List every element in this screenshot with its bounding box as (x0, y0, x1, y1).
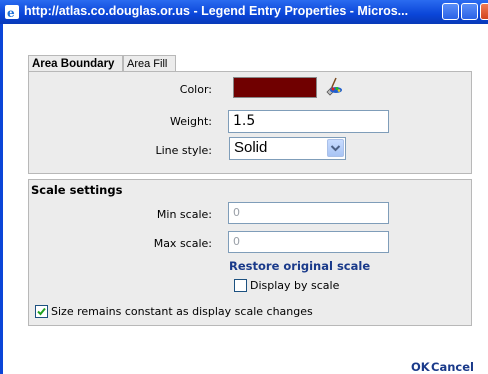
line-style-value: Solid (234, 139, 268, 156)
size-constant-checkbox[interactable] (35, 305, 48, 318)
window-title: http://atlas.co.douglas.or.us - Legend E… (24, 4, 409, 18)
cancel-button[interactable]: Cancel (431, 360, 474, 374)
maximize-button[interactable] (461, 3, 478, 20)
window-frame-left (0, 24, 3, 374)
line-style-dropdown-button[interactable] (327, 139, 344, 157)
min-scale-label: Min scale: (156, 208, 212, 221)
max-scale-input[interactable]: 0 (228, 231, 389, 253)
checkmark-icon (37, 307, 46, 316)
tab-area-fill[interactable]: Area Fill (123, 55, 176, 72)
display-by-scale-label: Display by scale (250, 279, 340, 292)
color-picker-icon[interactable] (324, 76, 344, 96)
display-by-scale-checkbox[interactable] (234, 279, 247, 292)
line-style-select[interactable]: Solid (229, 137, 346, 160)
title-bar[interactable]: e http://atlas.co.douglas.or.us - Legend… (0, 0, 488, 24)
ie-icon: e (4, 4, 20, 20)
line-style-label: Line style: (155, 144, 212, 157)
weight-input[interactable]: 1.5 (228, 110, 389, 133)
size-constant-label: Size remains constant as display scale c… (51, 305, 313, 318)
min-scale-input[interactable]: 0 (228, 202, 389, 224)
ok-button[interactable]: OK (411, 360, 430, 374)
restore-original-scale-link[interactable]: Restore original scale (229, 259, 370, 273)
max-scale-label: Max scale: (153, 237, 212, 250)
minimize-button[interactable] (442, 3, 459, 20)
svg-text:e: e (7, 6, 15, 20)
color-swatch[interactable] (233, 77, 317, 98)
weight-label: Weight: (169, 115, 212, 128)
close-button[interactable] (480, 3, 488, 20)
color-label: Color: (179, 83, 212, 96)
tab-area-boundary[interactable]: Area Boundary (28, 55, 123, 72)
scale-settings-title: Scale settings (31, 183, 123, 197)
